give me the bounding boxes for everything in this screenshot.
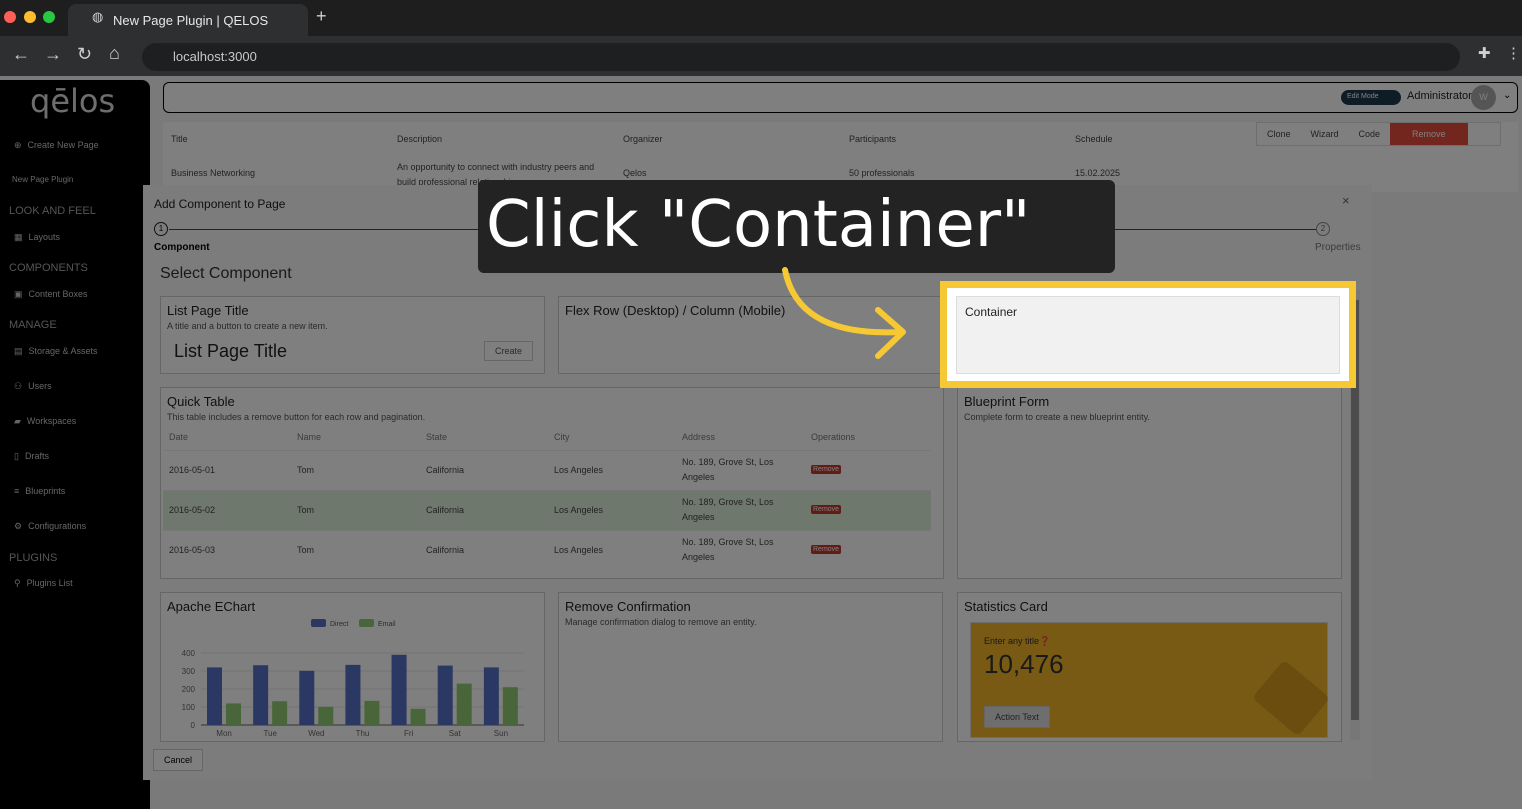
tab-title: New Page Plugin | QELOS (113, 13, 269, 28)
card-container[interactable]: Container (956, 296, 1340, 374)
reload-icon[interactable]: ↻ (77, 44, 92, 65)
browser-tab[interactable]: New Page Plugin | QELOS (68, 4, 308, 36)
url-input[interactable]: localhost:3000 (142, 43, 1460, 71)
extensions-icon[interactable]: ✚ (1478, 44, 1491, 62)
back-icon[interactable]: ← (12, 44, 30, 65)
forward-icon[interactable]: → (44, 44, 62, 65)
close-window-button[interactable] (4, 11, 16, 23)
menu-icon[interactable]: ⋮ (1506, 44, 1521, 62)
globe-icon: ◍ (92, 9, 104, 24)
card-title: Container (965, 305, 1018, 319)
new-tab-button[interactable]: + (316, 6, 327, 27)
maximize-window-button[interactable] (43, 11, 55, 23)
container-highlight[interactable]: Container (940, 281, 1356, 388)
browser-tab-bar: New Page Plugin | QELOS ◍ + (0, 0, 1522, 36)
url-text: localhost:3000 (173, 49, 257, 64)
home-icon[interactable]: ⌂ (109, 43, 120, 64)
arrow-icon (782, 267, 906, 359)
minimize-window-button[interactable] (24, 11, 36, 23)
